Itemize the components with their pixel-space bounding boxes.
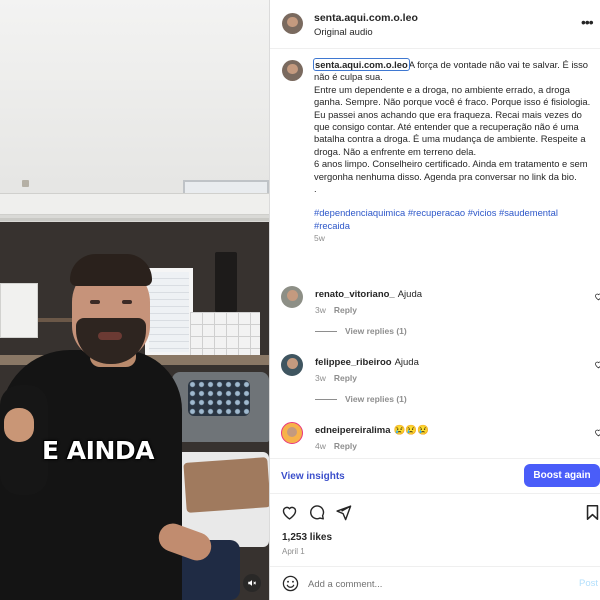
comment-icon[interactable] <box>308 504 325 521</box>
heart-icon[interactable] <box>281 504 298 521</box>
comment-avatar[interactable] <box>281 422 303 444</box>
comment-time: 3w <box>315 373 326 383</box>
post-date: April 1 <box>282 547 305 556</box>
more-options-icon[interactable]: ••• <box>581 14 594 30</box>
comment-text: Ajuda <box>397 289 423 300</box>
emoji-icon[interactable] <box>282 575 299 592</box>
action-bar: 1,253 likes April 1 <box>270 493 600 565</box>
view-replies-label: View replies (1) <box>345 326 407 336</box>
header-avatar[interactable] <box>282 13 303 34</box>
caption-line: . <box>314 183 317 195</box>
comment-item: edneipereiralima 😢😢😢 4w Reply <box>270 422 600 458</box>
comment-username[interactable]: felippee_ribeiroo <box>315 357 392 368</box>
comment-meta: 3w Reply <box>315 373 357 383</box>
view-insights-link[interactable]: View insights <box>281 471 345 482</box>
comment-meta: 4w Reply <box>315 441 357 451</box>
post-panel: senta.aqui.com.o.leo Original audio ••• … <box>269 0 600 600</box>
comment-like-heart-icon[interactable] <box>594 428 600 437</box>
video-ceiling-line <box>0 218 269 221</box>
caption-username[interactable]: senta.aqui.com.o.leo <box>313 58 410 71</box>
video-pillow <box>188 380 250 416</box>
comment-text-line: edneipereiralima 😢😢😢 <box>315 425 429 436</box>
video-fridge <box>0 283 38 338</box>
video-person-mouth <box>98 332 122 340</box>
comment-like-heart-icon[interactable] <box>594 360 600 369</box>
video-tiles <box>190 312 260 358</box>
header-username[interactable]: senta.aqui.com.o.leo <box>314 12 418 24</box>
reply-button[interactable]: Reply <box>334 305 357 315</box>
reply-button[interactable]: Reply <box>334 441 357 451</box>
comment-avatar[interactable] <box>281 286 303 308</box>
video-caption: E AINDA <box>42 436 154 465</box>
caption-body: senta.aqui.com.o.leoA força de vontade n… <box>313 58 592 245</box>
comment-username[interactable]: edneipereiralima <box>315 425 391 436</box>
comment-like-heart-icon[interactable] <box>594 292 600 301</box>
view-replies-button[interactable]: View replies (1) <box>315 394 407 404</box>
comment-avatar[interactable] <box>281 354 303 376</box>
insights-bar: View insights Boost again <box>270 458 600 492</box>
comment-text-line: renato_vitoriano_ Ajuda <box>315 289 422 300</box>
comment-input[interactable] <box>308 575 558 593</box>
comment-item: felippee_ribeiroo Ajuda 3w Reply View repl… <box>270 354 600 424</box>
caption-hashtags[interactable]: #dependenciaquimica #recuperacao #vicios… <box>314 207 592 232</box>
replies-divider <box>315 330 337 332</box>
view-replies-button[interactable]: View replies (1) <box>315 326 407 336</box>
replies-divider <box>315 398 337 400</box>
comments-scroll-area[interactable]: senta.aqui.com.o.leoA força de vontade n… <box>270 50 600 458</box>
comment-meta: 3w Reply <box>315 305 357 315</box>
view-replies-label: View replies (1) <box>345 394 407 404</box>
reply-button[interactable]: Reply <box>334 373 357 383</box>
video-person-eye <box>122 300 132 304</box>
comment-time: 3w <box>315 305 326 315</box>
bookmark-icon[interactable] <box>584 504 600 521</box>
comment-text-line: felippee_ribeiroo Ajuda <box>315 357 419 368</box>
caption-time: 5w <box>314 233 325 244</box>
caption-line: Entre um dependente e a droga, no ambien… <box>314 83 591 108</box>
comment-text: 😢😢😢 <box>393 425 430 436</box>
video-fabric <box>183 457 269 513</box>
mute-button[interactable] <box>243 574 261 592</box>
boost-again-button[interactable]: Boost again <box>524 464 600 487</box>
video-ceiling-hook <box>22 180 29 187</box>
share-icon[interactable] <box>335 504 352 521</box>
speaker-muted-icon <box>248 580 257 586</box>
add-comment-bar: Post <box>270 566 600 600</box>
post-header: senta.aqui.com.o.leo Original audio ••• <box>270 0 600 49</box>
comment-time: 4w <box>315 441 326 451</box>
video-person-hair <box>70 254 152 286</box>
video-beam <box>0 193 269 215</box>
caption-line: Eu passei anos achando que era fraqueza.… <box>314 108 586 157</box>
caption-avatar[interactable] <box>282 60 303 81</box>
video-lamp <box>215 252 237 312</box>
video-person-eye <box>90 300 100 304</box>
comment-text: Ajuda <box>394 357 419 368</box>
comment-username[interactable]: renato_vitoriano_ <box>315 289 395 300</box>
comment-item: renato_vitoriano_ Ajuda 3w Reply View repl… <box>270 286 600 356</box>
video-ceiling <box>0 0 269 200</box>
caption-line: 6 anos limpo. Conselheiro certificado. A… <box>314 158 588 182</box>
post-comment-button[interactable]: Post <box>579 578 598 589</box>
video-window <box>145 268 193 356</box>
likes-count[interactable]: 1,253 likes <box>282 532 332 543</box>
header-audio-link[interactable]: Original audio <box>314 27 373 38</box>
reel-video[interactable]: E AINDA <box>0 0 269 600</box>
